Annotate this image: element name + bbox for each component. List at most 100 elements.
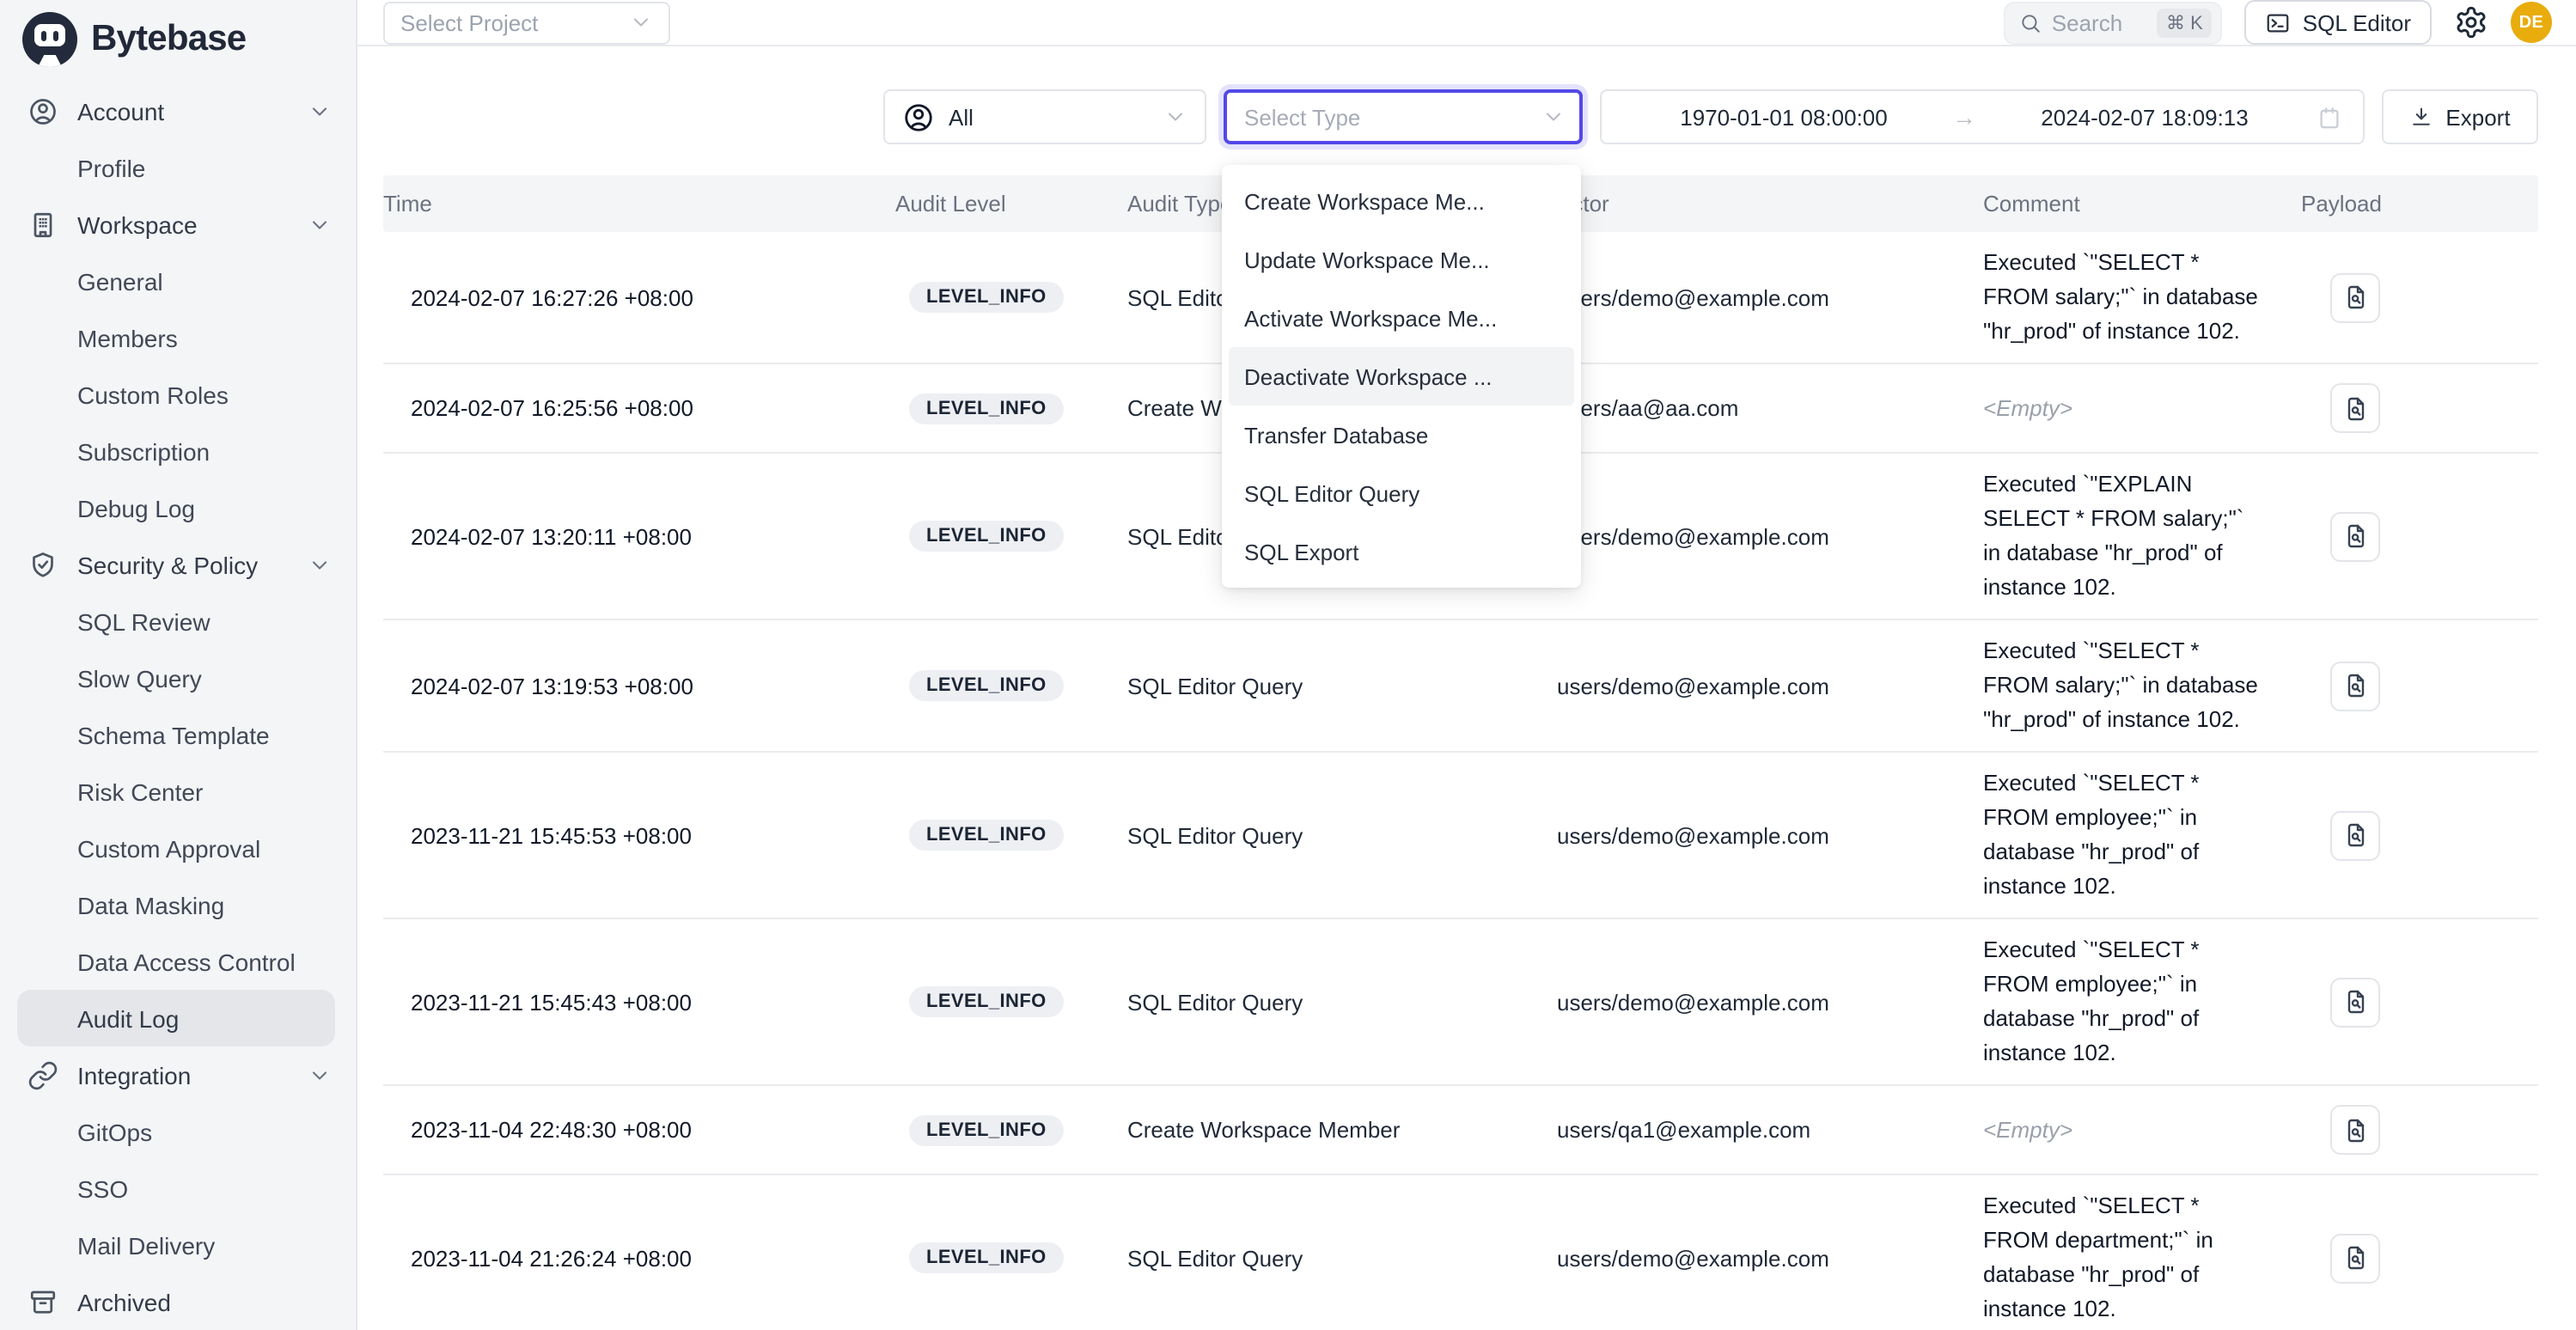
sidebar-item[interactable]: Custom Approval (17, 820, 335, 876)
audit-level-badge: LEVEL_INFO (909, 521, 1064, 552)
sidebar-item-label: Data Masking (77, 891, 224, 918)
project-select-placeholder: Select Project (400, 9, 629, 35)
sidebar-item[interactable]: Audit Log (17, 990, 335, 1046)
sidebar-item[interactable]: Custom Roles (17, 366, 335, 423)
user-circle-icon (902, 101, 935, 133)
filter-row: All Select Type 1970-01-01 08:00:00 → 20… (357, 46, 2576, 144)
chevron-down-icon (308, 99, 332, 123)
sidebar-item[interactable]: Debug Log (17, 479, 335, 536)
payload-button[interactable] (2330, 383, 2380, 433)
payload-button[interactable] (2330, 272, 2380, 322)
payload-button[interactable] (2330, 1233, 2380, 1283)
calendar-icon (2317, 104, 2342, 130)
cell-actor: users/demo@example.com (1557, 989, 1983, 1015)
payload-button[interactable] (2330, 661, 2380, 711)
type-dropdown-item[interactable]: Activate Workspace Me... (1229, 289, 1574, 347)
cell-comment: Executed `"SELECT * FROM department;"` i… (1983, 1175, 2265, 1330)
gear-icon[interactable] (2454, 5, 2488, 40)
sql-editor-button[interactable]: SQL Editor (2244, 0, 2432, 45)
sidebar-item[interactable]: Archived (17, 1273, 335, 1330)
sidebar-item-label: Audit Log (77, 1004, 179, 1032)
sidebar-item[interactable]: Data Access Control (17, 933, 335, 990)
sidebar-item-label: GitOps (77, 1118, 152, 1145)
type-dropdown-item[interactable]: SQL Editor Query (1229, 464, 1574, 522)
audit-level-badge: LEVEL_INFO (909, 820, 1064, 851)
download-icon (2409, 105, 2433, 129)
sidebar-item[interactable]: Subscription (17, 423, 335, 479)
sidebar-item-label: Members (77, 324, 178, 351)
shield-check-icon (27, 549, 58, 580)
sidebar-item-label: Schema Template (77, 721, 270, 748)
sidebar: Bytebase Account (0, 0, 357, 1330)
search-placeholder: Search (2052, 9, 2147, 35)
type-dropdown-item[interactable]: Deactivate Workspace ... (1229, 347, 1574, 406)
type-filter-placeholder: Select Type (1241, 104, 1360, 130)
sidebar-item[interactable]: SSO (17, 1160, 335, 1217)
sql-editor-button-label: SQL Editor (2303, 9, 2411, 35)
column-header: Payload (2301, 191, 2538, 217)
arrow-right-icon: → (1945, 103, 1983, 131)
building-icon (27, 209, 58, 240)
chevron-down-icon (629, 10, 653, 34)
export-button[interactable]: Export (2382, 89, 2538, 144)
audit-level-badge: LEVEL_INFO (909, 1242, 1064, 1273)
sidebar-item[interactable]: Profile (17, 139, 335, 196)
payload-button[interactable] (2330, 1105, 2380, 1155)
cell-audit-type: Create Workspace Member (1127, 1117, 1557, 1143)
sidebar-item-label: Mail Delivery (77, 1231, 215, 1259)
sidebar-item[interactable]: Data Masking (17, 876, 335, 933)
cell-actor: users/qa1@example.com (1557, 1117, 1983, 1143)
column-header: Comment (1983, 191, 2301, 217)
date-range-end: 2024-02-07 18:09:13 (1983, 104, 2306, 130)
sidebar-item[interactable]: Account (17, 82, 335, 139)
type-dropdown-item[interactable]: Transfer Database (1229, 406, 1574, 464)
payload-button[interactable] (2330, 977, 2380, 1027)
chevron-down-icon (308, 1063, 332, 1087)
cell-actor: users/demo@example.com (1557, 822, 1983, 848)
table-row: 2024-02-07 13:19:53 +08:00 LEVEL_INFO SQ… (383, 620, 2538, 753)
cell-actor: users/demo@example.com (1557, 284, 1983, 310)
audit-level-badge: LEVEL_INFO (909, 282, 1064, 313)
type-filter-select[interactable]: Select Type (1224, 89, 1583, 144)
date-range-start: 1970-01-01 08:00:00 (1622, 104, 1945, 130)
search-icon (2019, 11, 2042, 34)
sidebar-item-label: Custom Roles (77, 381, 229, 408)
cell-comment: Executed `"SELECT * FROM employee;"` in … (1983, 753, 2265, 918)
type-dropdown-item[interactable]: Update Workspace Me... (1229, 230, 1574, 289)
sidebar-item[interactable]: GitOps (17, 1103, 335, 1160)
type-dropdown-item[interactable]: SQL Export (1229, 522, 1574, 581)
avatar[interactable]: DE (2511, 2, 2552, 43)
cell-comment: Executed `"SELECT * FROM salary;"` in da… (1983, 620, 2265, 751)
sidebar-item[interactable]: Slow Query (17, 650, 335, 706)
column-header: Actor (1557, 191, 1983, 217)
type-dropdown-item[interactable]: Create Workspace Me... (1229, 172, 1574, 230)
date-range-picker[interactable]: 1970-01-01 08:00:00 → 2024-02-07 18:09:1… (1600, 89, 2365, 144)
actor-filter-select[interactable]: All (883, 89, 1206, 144)
bytebase-logo[interactable]: Bytebase (0, 0, 356, 79)
file-search-icon (2341, 821, 2369, 849)
cell-time: 2023-11-04 22:48:30 +08:00 (383, 1117, 895, 1143)
sidebar-item[interactable]: Integration (17, 1046, 335, 1103)
user-circle-icon (27, 95, 58, 126)
sidebar-item-label: Data Access Control (77, 948, 296, 975)
payload-button[interactable] (2330, 810, 2380, 860)
payload-button[interactable] (2330, 511, 2380, 561)
project-select[interactable]: Select Project (383, 1, 670, 44)
sidebar-item[interactable]: General (17, 253, 335, 309)
sidebar-item[interactable]: Schema Template (17, 706, 335, 763)
sidebar-item[interactable]: Risk Center (17, 763, 335, 820)
sidebar-item[interactable]: Security & Policy (17, 536, 335, 593)
sidebar-item-label: SQL Review (77, 607, 211, 635)
file-search-icon (2341, 672, 2369, 699)
sidebar-item[interactable]: Workspace (17, 196, 335, 253)
table-row: 2023-11-21 15:45:53 +08:00 LEVEL_INFO SQ… (383, 753, 2538, 919)
cell-time: 2024-02-07 13:20:11 +08:00 (383, 523, 895, 549)
sidebar-item[interactable]: SQL Review (17, 593, 335, 650)
cell-time: 2024-02-07 13:19:53 +08:00 (383, 673, 895, 699)
search-input[interactable]: Search ⌘ K (2004, 1, 2222, 44)
chevron-down-icon (1541, 105, 1566, 129)
sidebar-item[interactable]: Mail Delivery (17, 1217, 335, 1273)
cell-time: 2023-11-21 15:45:53 +08:00 (383, 822, 895, 848)
sidebar-item[interactable]: Members (17, 309, 335, 366)
audit-level-badge: LEVEL_INFO (909, 1114, 1064, 1145)
